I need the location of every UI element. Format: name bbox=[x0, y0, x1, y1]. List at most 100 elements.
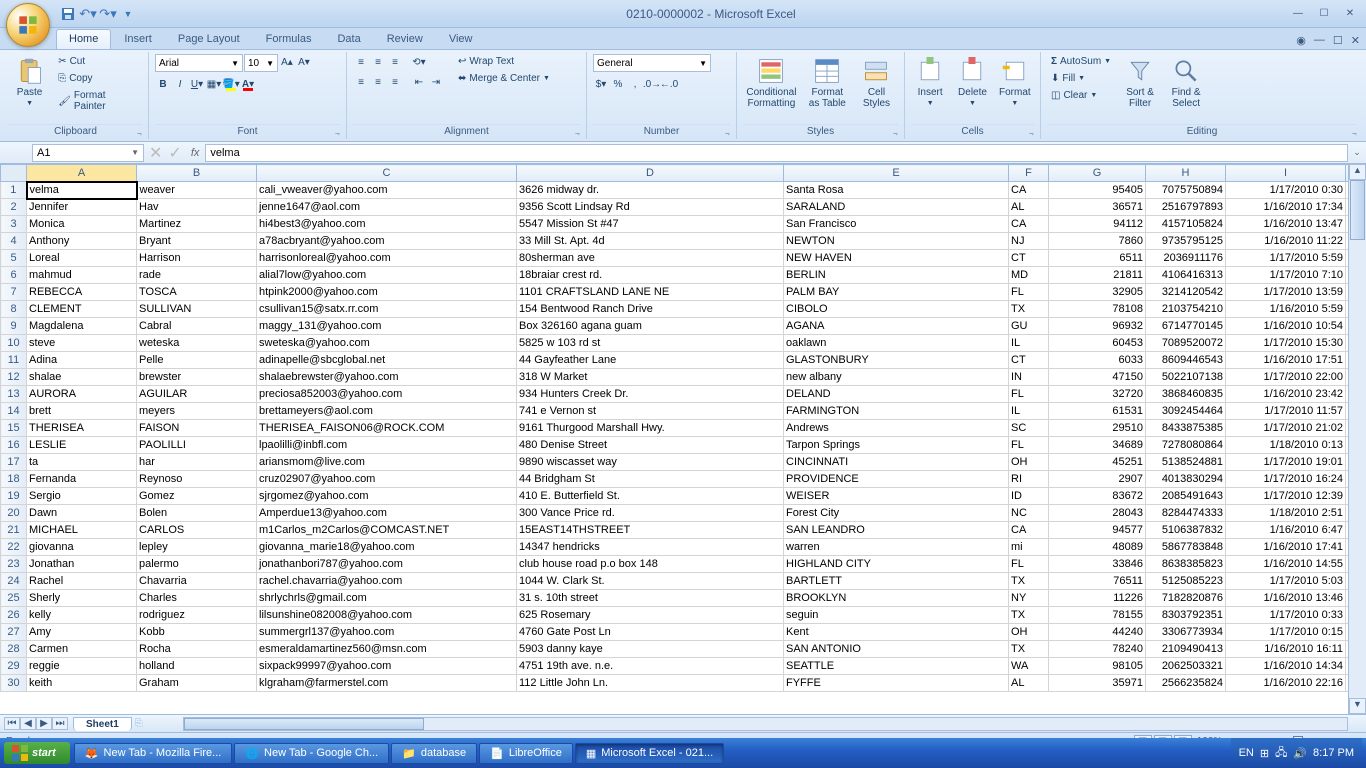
cell[interactable]: 1/16/2010 17:34 bbox=[1226, 199, 1346, 216]
start-button[interactable]: start bbox=[4, 742, 70, 764]
horizontal-scrollbar[interactable] bbox=[183, 717, 1348, 731]
cell[interactable]: SARALAND bbox=[784, 199, 1009, 216]
cell[interactable]: 5125085223 bbox=[1146, 573, 1226, 590]
col-header-G[interactable]: G bbox=[1049, 165, 1146, 182]
cell[interactable]: IL bbox=[1009, 403, 1049, 420]
tab-data[interactable]: Data bbox=[324, 29, 373, 49]
cell[interactable]: 9890 wiscasset way bbox=[517, 454, 784, 471]
cell[interactable]: 154 Bentwood Ranch Drive bbox=[517, 301, 784, 318]
row-header-27[interactable]: 27 bbox=[1, 624, 27, 641]
cell[interactable]: FARMINGTON bbox=[784, 403, 1009, 420]
clear-button[interactable]: ◫ Clear ▼ bbox=[1047, 88, 1115, 103]
cell[interactable]: 29510 bbox=[1049, 420, 1146, 437]
cell[interactable]: Loreal bbox=[27, 250, 137, 267]
row-header-3[interactable]: 3 bbox=[1, 216, 27, 233]
cell[interactable]: 1/17/2010 0:15 bbox=[1226, 624, 1346, 641]
cell[interactable]: klgraham@farmerstel.com bbox=[257, 675, 517, 692]
cell[interactable]: Chavarria bbox=[137, 573, 257, 590]
cell[interactable]: 1/16/2010 16:11 bbox=[1226, 641, 1346, 658]
shrink-font-icon[interactable]: A▾ bbox=[296, 54, 312, 70]
select-all-corner[interactable] bbox=[1, 165, 27, 182]
cell[interactable]: 1/16/2010 5:59 bbox=[1226, 301, 1346, 318]
cell[interactable]: 1044 W. Clark St. bbox=[517, 573, 784, 590]
cell[interactable]: 9161 Thurgood Marshall Hwy. bbox=[517, 420, 784, 437]
cancel-formula-icon[interactable]: ✕ bbox=[149, 143, 162, 163]
maximize-button[interactable]: ☐ bbox=[1312, 6, 1336, 22]
font-color-button[interactable]: A▾ bbox=[240, 76, 256, 92]
cell[interactable]: 78108 bbox=[1049, 301, 1146, 318]
cell[interactable]: weaver bbox=[137, 182, 257, 199]
cell[interactable]: Gomez bbox=[137, 488, 257, 505]
cell[interactable]: Hav bbox=[137, 199, 257, 216]
cell[interactable]: 94577 bbox=[1049, 522, 1146, 539]
cell[interactable]: 5903 danny kaye bbox=[517, 641, 784, 658]
cell[interactable]: 1101 CRAFTSLAND LANE NE bbox=[517, 284, 784, 301]
cell[interactable]: 33846 bbox=[1049, 556, 1146, 573]
cell[interactable]: 1/17/2010 0:33 bbox=[1226, 607, 1346, 624]
cell[interactable]: 1/17/2010 5:59 bbox=[1226, 250, 1346, 267]
cell[interactable]: 3626 midway dr. bbox=[517, 182, 784, 199]
cell[interactable]: 32905 bbox=[1049, 284, 1146, 301]
cell[interactable]: 47150 bbox=[1049, 369, 1146, 386]
row-header-10[interactable]: 10 bbox=[1, 335, 27, 352]
cell[interactable]: sixpack99997@yahoo.com bbox=[257, 658, 517, 675]
align-top-icon[interactable]: ≡ bbox=[353, 54, 369, 70]
cell[interactable]: Jennifer bbox=[27, 199, 137, 216]
cell[interactable]: Amy bbox=[27, 624, 137, 641]
cell[interactable]: palermo bbox=[137, 556, 257, 573]
cell[interactable]: 4106416313 bbox=[1146, 267, 1226, 284]
cell[interactable]: 7182820876 bbox=[1146, 590, 1226, 607]
taskbar-item[interactable]: ▦Microsoft Excel - 021... bbox=[575, 743, 724, 764]
cell[interactable]: Reynoso bbox=[137, 471, 257, 488]
currency-icon[interactable]: $▾ bbox=[593, 76, 609, 92]
cell[interactable]: 1/17/2010 19:01 bbox=[1226, 454, 1346, 471]
cell[interactable]: FL bbox=[1009, 284, 1049, 301]
cell[interactable]: AURORA bbox=[27, 386, 137, 403]
cell[interactable]: Jonathan bbox=[27, 556, 137, 573]
underline-button[interactable]: U▾ bbox=[189, 76, 205, 92]
row-header-17[interactable]: 17 bbox=[1, 454, 27, 471]
cell[interactable]: AGUILAR bbox=[137, 386, 257, 403]
save-icon[interactable] bbox=[60, 6, 76, 22]
cell[interactable]: mahmud bbox=[27, 267, 137, 284]
paste-button[interactable]: Paste▼ bbox=[9, 54, 50, 110]
cell[interactable]: SEATTLE bbox=[784, 658, 1009, 675]
cell[interactable]: CA bbox=[1009, 522, 1049, 539]
tab-formulas[interactable]: Formulas bbox=[253, 29, 325, 49]
prev-sheet-icon[interactable]: ◀ bbox=[20, 717, 36, 730]
new-sheet-icon[interactable]: ⎘ bbox=[135, 718, 143, 729]
align-left-icon[interactable]: ≡ bbox=[353, 74, 369, 90]
cell[interactable]: 5867783848 bbox=[1146, 539, 1226, 556]
cell[interactable]: TX bbox=[1009, 607, 1049, 624]
number-format-combo[interactable]: General▼ bbox=[593, 54, 711, 72]
cell[interactable]: Andrews bbox=[784, 420, 1009, 437]
restore-window-icon[interactable]: ☐ bbox=[1333, 34, 1343, 47]
row-header-18[interactable]: 18 bbox=[1, 471, 27, 488]
cell[interactable]: velma bbox=[27, 182, 137, 199]
cell[interactable]: BERLIN bbox=[784, 267, 1009, 284]
cell[interactable]: SAN LEANDRO bbox=[784, 522, 1009, 539]
cell[interactable]: 2036911176 bbox=[1146, 250, 1226, 267]
cell[interactable]: 2109490413 bbox=[1146, 641, 1226, 658]
formula-input[interactable]: velma bbox=[205, 144, 1348, 162]
font-name-combo[interactable]: Arial▼ bbox=[155, 54, 243, 72]
cell[interactable]: a78acbryant@yahoo.com bbox=[257, 233, 517, 250]
cell[interactable]: IL bbox=[1009, 335, 1049, 352]
cell[interactable]: 3214120542 bbox=[1146, 284, 1226, 301]
cell[interactable]: giovanna_marie18@yahoo.com bbox=[257, 539, 517, 556]
row-header-5[interactable]: 5 bbox=[1, 250, 27, 267]
cell[interactable]: CLEMENT bbox=[27, 301, 137, 318]
cell[interactable]: sjrgomez@yahoo.com bbox=[257, 488, 517, 505]
cell[interactable]: Adina bbox=[27, 352, 137, 369]
cell[interactable]: csullivan15@satx.rr.com bbox=[257, 301, 517, 318]
cell[interactable]: oaklawn bbox=[784, 335, 1009, 352]
border-button[interactable]: ▦▾ bbox=[206, 76, 222, 92]
cell[interactable]: RI bbox=[1009, 471, 1049, 488]
cell[interactable]: Fernanda bbox=[27, 471, 137, 488]
cell[interactable]: 28043 bbox=[1049, 505, 1146, 522]
cell[interactable]: DELAND bbox=[784, 386, 1009, 403]
cell[interactable]: 1/16/2010 17:41 bbox=[1226, 539, 1346, 556]
cell[interactable]: 7278080864 bbox=[1146, 437, 1226, 454]
cell[interactable]: 33 Mill St. Apt. 4d bbox=[517, 233, 784, 250]
row-header-20[interactable]: 20 bbox=[1, 505, 27, 522]
